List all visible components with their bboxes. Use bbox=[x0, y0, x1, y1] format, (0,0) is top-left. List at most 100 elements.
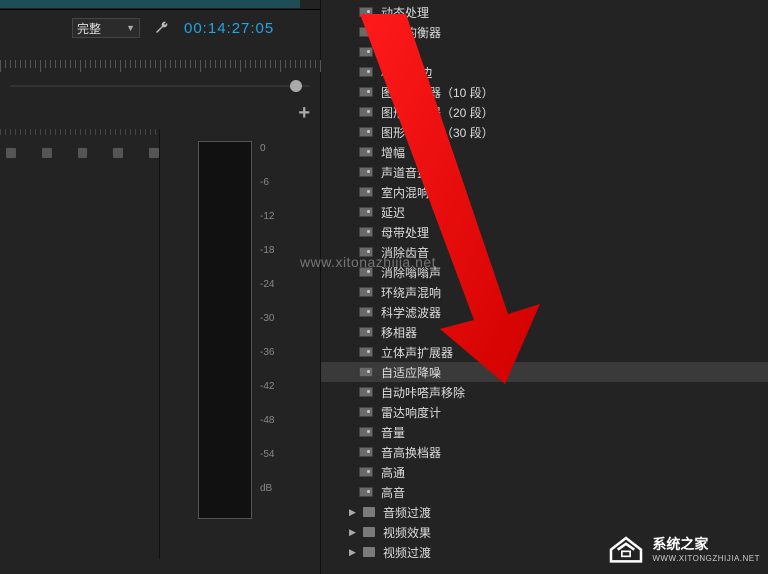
preset-icon bbox=[359, 47, 373, 57]
effect-label: 室内混响 bbox=[381, 184, 429, 201]
effect-preset[interactable]: 图形均衡器（10 段） bbox=[321, 82, 768, 102]
marker[interactable] bbox=[6, 148, 16, 158]
preset-icon bbox=[359, 347, 373, 357]
marker[interactable] bbox=[42, 148, 52, 158]
db-label: -24 bbox=[260, 279, 274, 313]
marker[interactable] bbox=[149, 148, 159, 158]
timecode-display[interactable]: 00:14:27:05 bbox=[184, 20, 274, 37]
effect-label: 视频过渡 bbox=[383, 544, 431, 561]
effect-label: 音高换档器 bbox=[381, 444, 441, 461]
effect-preset[interactable]: 高通 bbox=[321, 462, 768, 482]
folder-icon bbox=[363, 527, 375, 537]
effect-label: 图形均衡器（10 段） bbox=[381, 84, 494, 101]
audio-meter-panel: 0-6-12-18-24-30-36-42-48-54dB bbox=[160, 129, 320, 559]
effect-preset[interactable]: 雷达响度计 bbox=[321, 402, 768, 422]
effect-label: 母带处理 bbox=[381, 224, 429, 241]
effect-preset[interactable]: 音量 bbox=[321, 422, 768, 442]
fit-select[interactable]: 完整 ▼ bbox=[72, 18, 140, 38]
effect-label: 图形均衡器（30 段） bbox=[381, 124, 494, 141]
db-label: -30 bbox=[260, 313, 274, 347]
effect-label: 消除嗡嗡声 bbox=[381, 264, 441, 281]
preset-icon bbox=[359, 307, 373, 317]
timeline-ruler[interactable] bbox=[0, 60, 320, 74]
preset-icon bbox=[359, 207, 373, 217]
effect-preset[interactable]: 立体声扩展器 bbox=[321, 342, 768, 362]
brand-title: 系统之家 bbox=[652, 534, 760, 554]
expand-icon[interactable]: ▶ bbox=[349, 527, 359, 538]
effect-label: 立体声扩展器 bbox=[381, 344, 453, 361]
expand-icon[interactable]: ▶ bbox=[349, 547, 359, 558]
preset-icon bbox=[359, 187, 373, 197]
preset-icon bbox=[359, 407, 373, 417]
db-label: -6 bbox=[260, 177, 274, 211]
preset-icon bbox=[359, 27, 373, 37]
add-button[interactable]: + bbox=[298, 102, 310, 125]
db-label: dB bbox=[260, 483, 274, 517]
wrench-icon[interactable] bbox=[154, 20, 170, 36]
db-label: -36 bbox=[260, 347, 274, 381]
effect-preset[interactable]: 室内混响 bbox=[321, 182, 768, 202]
effect-preset[interactable]: 自动咔嗒声移除 bbox=[321, 382, 768, 402]
effect-label: 科学滤波器 bbox=[381, 304, 441, 321]
brand-logo-icon bbox=[606, 528, 646, 568]
effect-preset[interactable]: 自适应降噪 bbox=[321, 362, 768, 382]
effects-tree[interactable]: 动态处理参数均衡器反转和声/镶边图形均衡器（10 段）图形均衡器（20 段） 图形… bbox=[321, 0, 768, 562]
brand-watermark: 系统之家 WWW.XITONGZHIJIA.NET bbox=[606, 528, 760, 568]
db-scale: 0-6-12-18-24-30-36-42-48-54dB bbox=[260, 143, 274, 517]
preset-icon bbox=[359, 447, 373, 457]
effect-preset[interactable]: 增幅 bbox=[321, 142, 768, 162]
effect-label: 视频效果 bbox=[383, 524, 431, 541]
effect-preset[interactable]: 图形均衡器（30 段） bbox=[321, 122, 768, 142]
effect-preset[interactable]: 科学滤波器 bbox=[321, 302, 768, 322]
db-label: -48 bbox=[260, 415, 274, 449]
effect-label: 环绕声混响 bbox=[381, 284, 441, 301]
effect-preset[interactable]: 消除嗡嗡声 bbox=[321, 262, 768, 282]
preset-icon bbox=[359, 227, 373, 237]
effect-preset[interactable]: 音高换档器 bbox=[321, 442, 768, 462]
db-label: 0 bbox=[260, 143, 274, 177]
folder-icon bbox=[363, 507, 375, 517]
fit-select-label: 完整 bbox=[77, 20, 101, 37]
brand-subtitle: WWW.XITONGZHIJIA.NET bbox=[652, 554, 760, 563]
preset-icon bbox=[359, 67, 373, 77]
marker[interactable] bbox=[113, 148, 123, 158]
effect-label: 声道音量 bbox=[381, 164, 429, 181]
effect-preset[interactable]: 延迟 bbox=[321, 202, 768, 222]
effect-preset[interactable]: 消除齿音 bbox=[321, 242, 768, 262]
effect-preset[interactable]: 反转 bbox=[321, 42, 768, 62]
effect-preset[interactable]: 参数均衡器 bbox=[321, 22, 768, 42]
expand-icon[interactable]: ▶ bbox=[349, 507, 359, 518]
preset-icon bbox=[359, 487, 373, 497]
zoom-slider-thumb[interactable] bbox=[290, 80, 302, 92]
effect-preset[interactable]: 环绕声混响 bbox=[321, 282, 768, 302]
preset-icon bbox=[359, 247, 373, 257]
effect-preset[interactable]: 和声/镶边 bbox=[321, 62, 768, 82]
effect-preset[interactable]: 动态处理 bbox=[321, 2, 768, 22]
preview-strip bbox=[0, 0, 320, 10]
effect-label: 延迟 bbox=[381, 204, 405, 221]
track-panel bbox=[0, 129, 160, 559]
effect-preset[interactable]: 图形均衡器（20 段） bbox=[321, 102, 768, 122]
preset-icon bbox=[359, 127, 373, 137]
effect-preset[interactable]: 高音 bbox=[321, 482, 768, 502]
db-label: -18 bbox=[260, 245, 274, 279]
zoom-slider[interactable] bbox=[10, 78, 310, 94]
effect-label: 反转 bbox=[381, 44, 405, 61]
effect-label: 高音 bbox=[381, 484, 405, 501]
video-clip bbox=[0, 0, 300, 8]
effect-preset[interactable]: 母带处理 bbox=[321, 222, 768, 242]
marker[interactable] bbox=[78, 148, 88, 158]
effects-folder[interactable]: ▶音频过渡 bbox=[321, 502, 768, 522]
effect-preset[interactable]: 移相器 bbox=[321, 322, 768, 342]
effect-preset[interactable]: 声道音量 bbox=[321, 162, 768, 182]
chevron-down-icon: ▼ bbox=[126, 23, 135, 33]
effect-label: 增幅 bbox=[381, 144, 405, 161]
preset-icon bbox=[359, 7, 373, 17]
preset-icon bbox=[359, 167, 373, 177]
audio-meter bbox=[198, 141, 252, 519]
effect-label: 自适应降噪 bbox=[381, 364, 441, 381]
effect-label: 参数均衡器 bbox=[381, 24, 441, 41]
effect-label: 高通 bbox=[381, 464, 405, 481]
preset-icon bbox=[359, 107, 373, 117]
effect-label: 动态处理 bbox=[381, 4, 429, 21]
